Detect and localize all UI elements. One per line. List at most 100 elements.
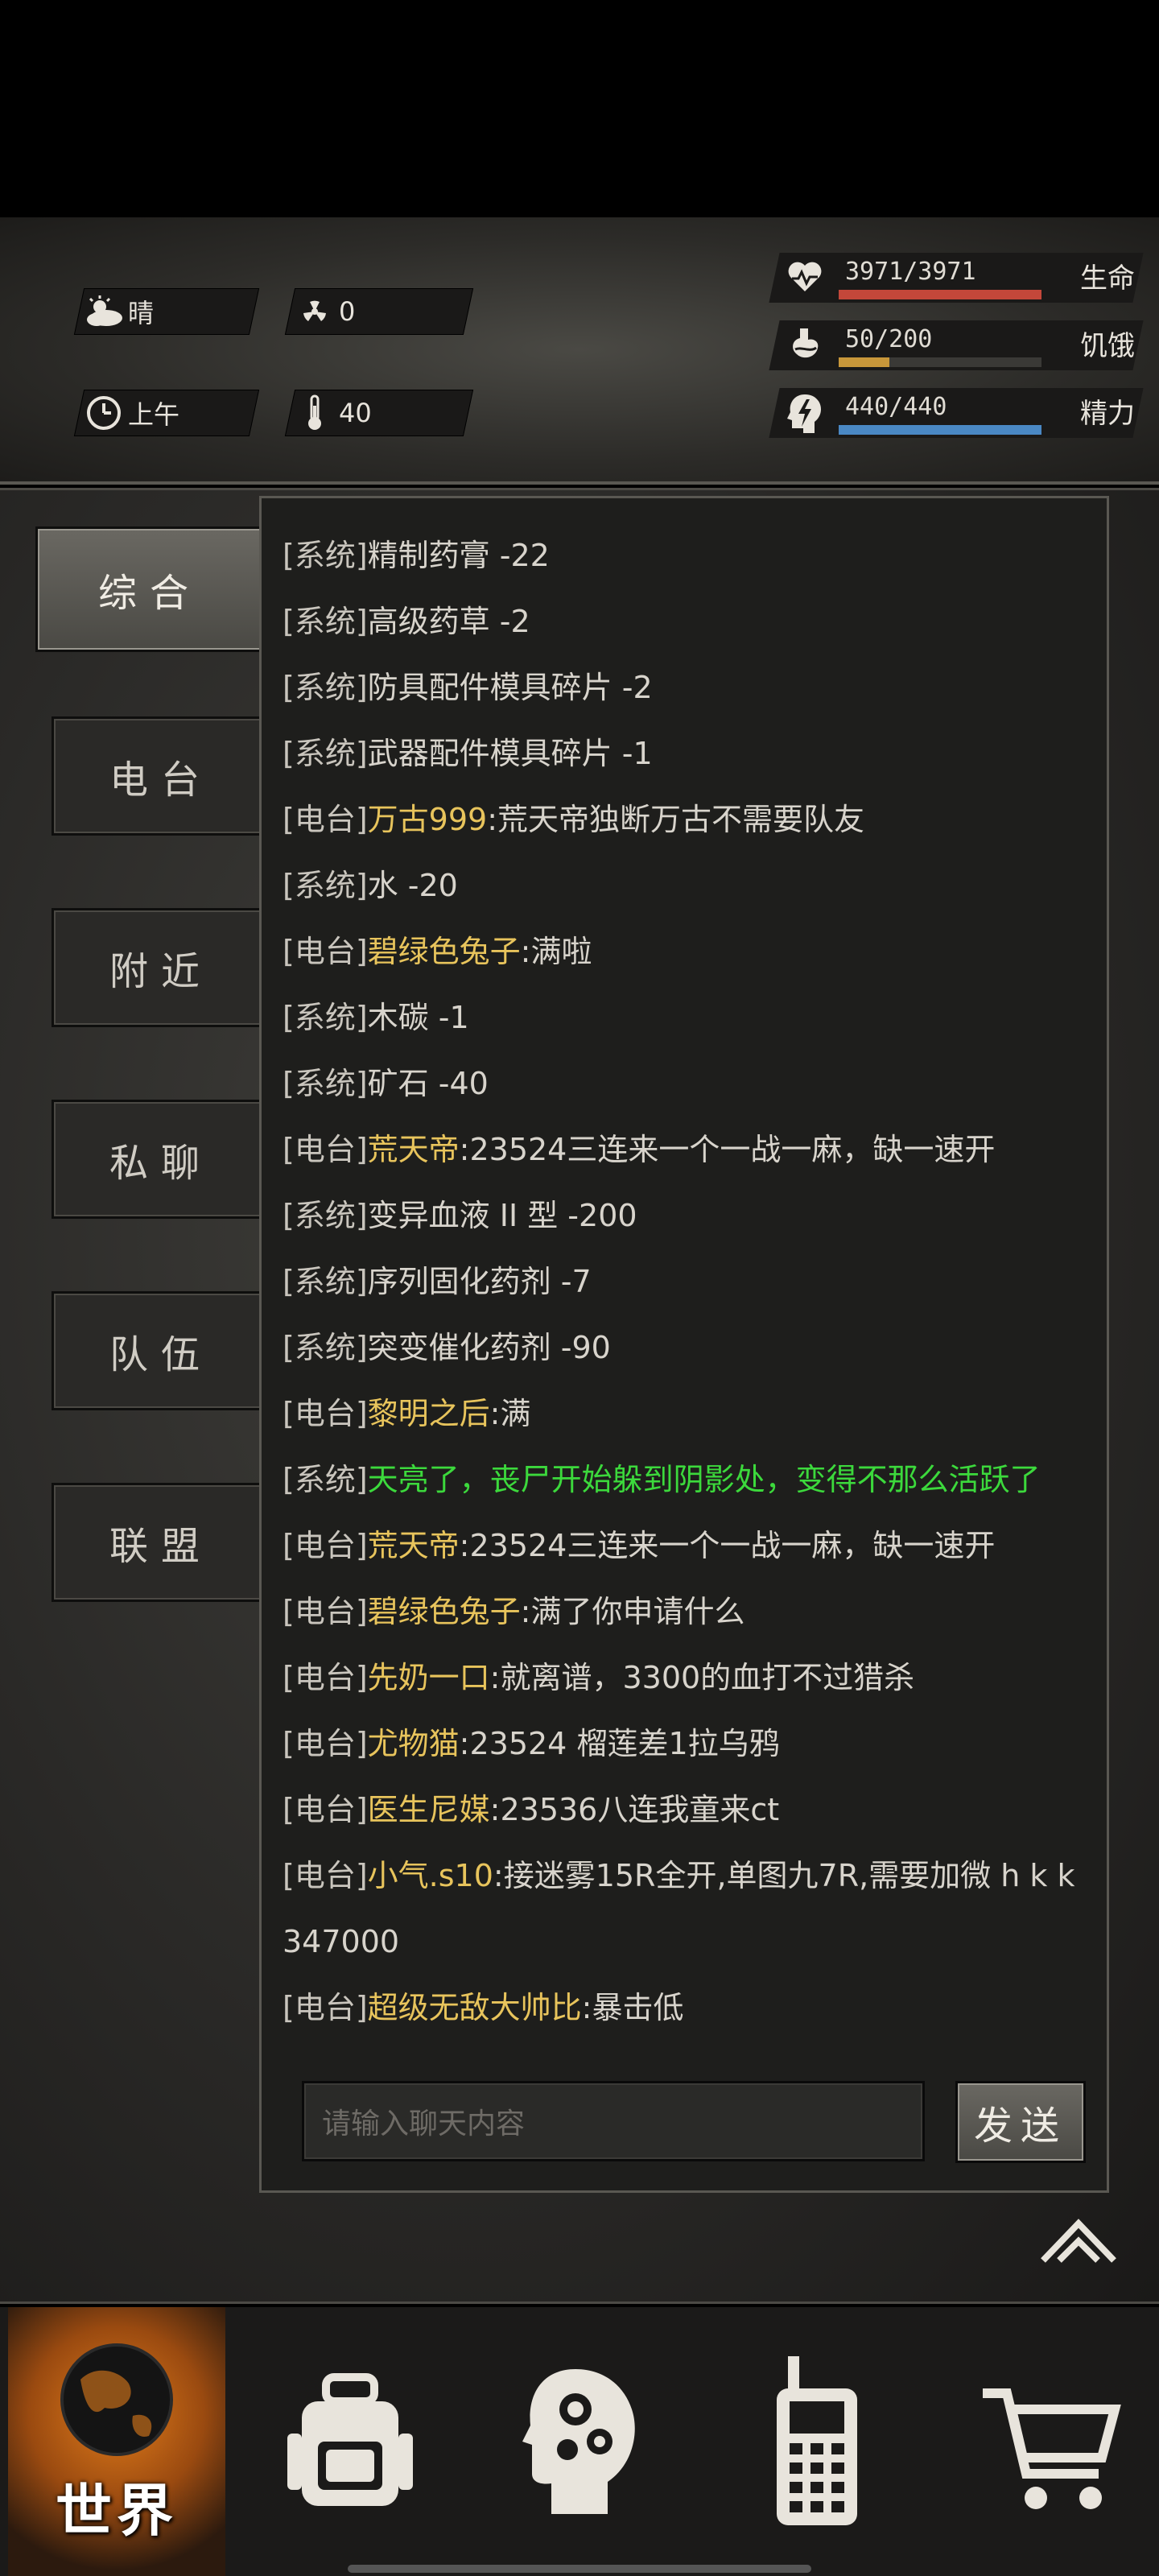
time-of-day: 上午 — [128, 399, 180, 430]
radiation-value: 0 — [339, 296, 356, 327]
chat-message-text: :满 — [489, 1396, 531, 1431]
chat-message-channel: [系统] — [283, 1330, 368, 1365]
top-black-area — [0, 0, 1159, 217]
walkie-talkie-icon — [777, 2356, 857, 2525]
chat-message-channel: [系统] — [283, 1000, 368, 1035]
chat-message-channel: [系统] — [283, 1462, 368, 1497]
chat-message-sender[interactable]: 黎明之后 — [368, 1396, 490, 1431]
nav-backpack[interactable] — [241, 2307, 459, 2576]
chat-message-text: :暴击低 — [581, 1990, 684, 2025]
chat-message-sender[interactable]: 医生尼媒 — [368, 1792, 490, 1827]
chat-message-text: 矿石 -40 — [367, 1066, 489, 1101]
tab-alliance[interactable]: 联盟 — [52, 1483, 270, 1602]
chat-message-channel: [系统] — [283, 538, 368, 573]
vital-health-value: 3971/3971 — [845, 258, 976, 286]
vital-energy-label: 精力 — [1080, 398, 1135, 430]
chat-message-sender[interactable]: 尤物猫 — [368, 1726, 460, 1761]
nav-world-label: 世界 — [56, 2478, 178, 2544]
clock-icon — [80, 390, 128, 436]
bottom-nav: 世界 — [0, 2307, 1159, 2576]
chat-message: [系统]水 -20 — [283, 852, 1087, 919]
home-indicator[interactable] — [348, 2565, 811, 2573]
time-pill: 上午 — [73, 390, 260, 436]
chat-message: [系统]突变催化药剂 -90 — [283, 1315, 1087, 1381]
chat-message-text: :满啦 — [520, 934, 592, 969]
chat-message-text: 武器配件模具碎片 -1 — [367, 736, 653, 771]
chat-input[interactable]: 请输入聊天内容 — [302, 2081, 925, 2161]
nav-radio[interactable] — [708, 2307, 926, 2576]
send-button[interactable]: 发送 — [955, 2081, 1086, 2163]
chat-message-text: 木碳 -1 — [367, 1000, 469, 1035]
collapse-up-icon[interactable] — [1038, 2212, 1119, 2268]
head-energy-icon — [786, 393, 824, 433]
chat-message-text: :满了你申请什么 — [520, 1594, 745, 1629]
chat-message-channel: [电台] — [283, 802, 368, 837]
chat-message-text: :23524 榴莲差1拉乌鸦 — [459, 1726, 780, 1761]
chat-message-channel: [电台] — [283, 1990, 368, 2025]
chat-message-channel: [电台] — [283, 934, 368, 969]
chat-message-sender[interactable]: 先奶一口 — [368, 1660, 490, 1695]
globe-icon — [60, 2343, 173, 2456]
chat-input-placeholder: 请输入聊天内容 — [322, 2107, 526, 2140]
status-header: 晴 0 上午 40 3971/3971 生命 50/200 饥饿 440/440… — [0, 217, 1159, 660]
tab-nearby[interactable]: 附近 — [52, 908, 270, 1027]
chat-message-sender[interactable]: 碧绿色兔子 — [368, 1594, 521, 1629]
tab-team[interactable]: 队伍 — [52, 1291, 270, 1410]
chat-message-text: 突变催化药剂 -90 — [367, 1330, 611, 1365]
nav-skills[interactable] — [475, 2307, 692, 2576]
chat-message-channel: [系统] — [283, 736, 368, 771]
chat-message: [电台]荒天帝:23524三连来一个一战一麻，缺一速开 — [283, 1513, 1087, 1579]
chat-message: [电台]黎明之后:满 — [283, 1381, 1087, 1447]
chat-message-sender[interactable]: 荒天帝 — [368, 1528, 460, 1563]
thermometer-icon — [291, 390, 339, 436]
chat-message-channel: [电台] — [283, 1396, 368, 1431]
chat-message-channel: [电台] — [283, 1594, 368, 1629]
chat-message: [电台]荒天帝:23524三连来一个一战一麻，缺一速开 — [283, 1117, 1087, 1183]
shopping-cart-icon — [983, 2388, 1121, 2509]
chat-message-text: :23524三连来一个一战一麻，缺一速开 — [459, 1528, 996, 1563]
chat-message: [电台]小气.s10:接迷雾15R全开,单图九7R,需要加微 h k k 347… — [283, 1843, 1087, 1975]
vital-energy-bar — [839, 425, 1041, 435]
weather-label: 晴 — [128, 298, 155, 328]
radiation-pill: 0 — [284, 288, 474, 335]
chat-message-list[interactable]: [系统]精制药膏 -22 [系统]高级药草 -2 [系统]防具配件模具碎片 -2 [系… — [283, 522, 1087, 2036]
vital-hunger-value: 50/200 — [845, 325, 933, 353]
tab-private[interactable]: 私聊 — [52, 1100, 270, 1219]
vital-hunger: 50/200 饥饿 — [769, 320, 1144, 370]
chat-message-sender[interactable]: 荒天帝 — [368, 1132, 460, 1167]
chat-message-sender[interactable]: 碧绿色兔子 — [368, 934, 521, 969]
chat-message-sender[interactable]: 超级无敌大帅比 — [368, 1990, 582, 2025]
heart-pulse-icon — [786, 258, 824, 298]
chat-message-sender[interactable]: 小气.s10 — [368, 1858, 493, 1893]
chat-message: [系统]防具配件模具碎片 -2 — [283, 654, 1087, 720]
chat-message-channel: [电台] — [283, 1132, 368, 1167]
chat-message: [电台]医生尼媒:23536八连我童来ct — [283, 1777, 1087, 1843]
vital-hunger-bar — [839, 357, 1041, 367]
chat-message: [系统]精制药膏 -22 — [283, 522, 1087, 588]
nav-shop[interactable] — [942, 2307, 1159, 2576]
chat-message-channel: [系统] — [283, 868, 368, 903]
chat-message-text: 水 -20 — [367, 868, 458, 903]
chat-message-channel: [系统] — [283, 1198, 368, 1233]
vital-health: 3971/3971 生命 — [769, 253, 1144, 303]
partly-sunny-icon — [80, 288, 128, 335]
backpack-icon — [287, 2373, 413, 2506]
tab-radio[interactable]: 电台 — [52, 716, 270, 836]
chat-message: [系统]高级药草 -2 — [283, 588, 1087, 654]
chat-message: [系统]矿石 -40 — [283, 1051, 1087, 1117]
chat-message-channel: [电台] — [283, 1660, 368, 1695]
chat-message-text: 高级药草 -2 — [367, 604, 530, 639]
chat-message-text: :23524三连来一个一战一麻，缺一速开 — [459, 1132, 996, 1167]
vital-energy: 440/440 精力 — [769, 388, 1144, 438]
tab-general[interactable]: 综合 — [35, 526, 264, 652]
chat-message-sender[interactable]: 万古999 — [368, 802, 488, 837]
chat-message-channel: [电台] — [283, 1792, 368, 1827]
chat-message-text: 天亮了，丧尸开始躲到阴影处，变得不那么活跃了 — [367, 1462, 1041, 1497]
chat-message-text: 序列固化药剂 -7 — [367, 1264, 592, 1299]
chat-message-channel: [电台] — [283, 1858, 368, 1893]
temperature-pill: 40 — [284, 390, 474, 436]
chat-message-text: :就离谱，3300的血打不过猎杀 — [489, 1660, 915, 1695]
chat-message-text: :荒天帝独断万古不需要队友 — [487, 802, 864, 837]
nav-world[interactable]: 世界 — [8, 2307, 225, 2576]
temperature-value: 40 — [339, 398, 372, 428]
